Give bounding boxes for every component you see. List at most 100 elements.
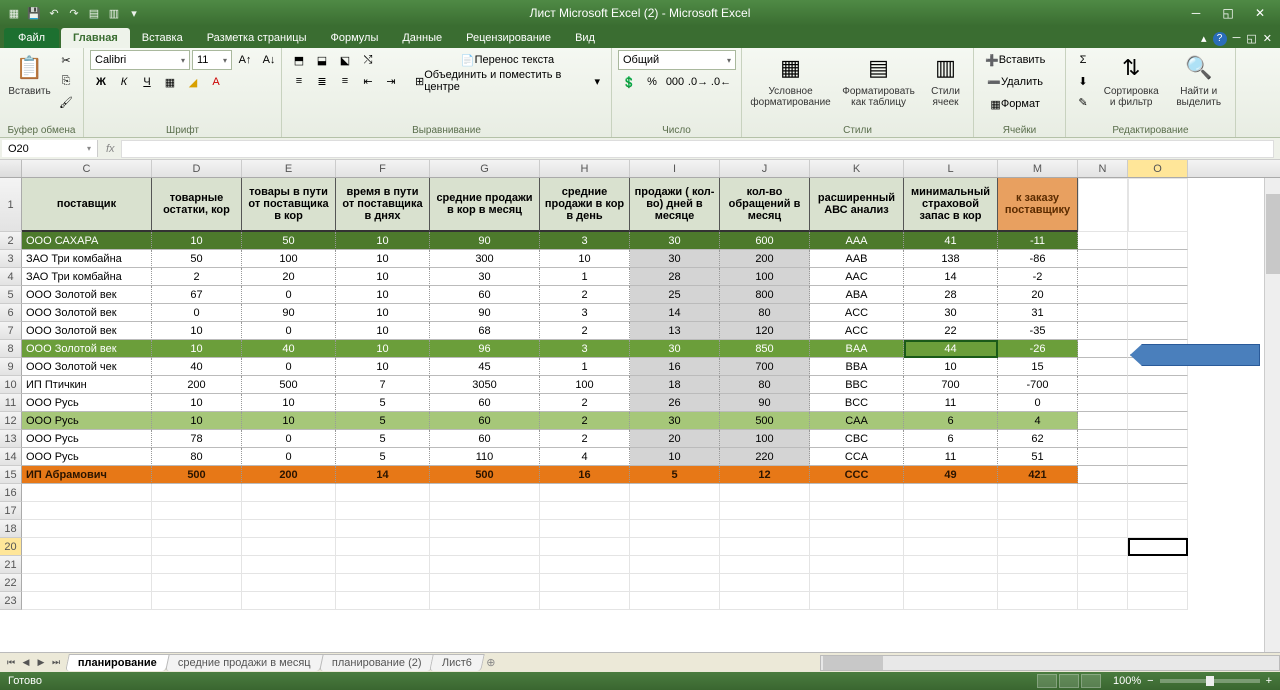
column-header[interactable]: M bbox=[998, 160, 1078, 177]
cell[interactable]: 13 bbox=[630, 322, 720, 340]
row-header[interactable]: 4 bbox=[0, 268, 22, 286]
increase-decimal-icon[interactable]: .0→ bbox=[687, 72, 709, 92]
column-header[interactable]: N bbox=[1078, 160, 1128, 177]
cut-icon[interactable]: ✂ bbox=[55, 50, 77, 70]
copy-icon[interactable]: ⎘ bbox=[55, 71, 77, 91]
cell[interactable] bbox=[904, 538, 998, 556]
cell[interactable] bbox=[904, 502, 998, 520]
cell[interactable] bbox=[720, 484, 810, 502]
cell[interactable] bbox=[1078, 556, 1128, 574]
last-sheet-icon[interactable]: ⏭ bbox=[49, 657, 63, 668]
row-header[interactable]: 5 bbox=[0, 286, 22, 304]
bold-icon[interactable]: Ж bbox=[90, 72, 112, 92]
cell[interactable]: 68 bbox=[430, 322, 540, 340]
cell[interactable]: 2 bbox=[152, 268, 242, 286]
minimize-ribbon-icon[interactable]: ▴ bbox=[1201, 32, 1207, 46]
cell[interactable] bbox=[152, 538, 242, 556]
redo-icon[interactable]: ↷ bbox=[66, 5, 82, 21]
number-format-combo[interactable]: Общий▾ bbox=[618, 50, 736, 70]
cell[interactable]: 90 bbox=[430, 304, 540, 322]
cell[interactable]: 2 bbox=[540, 322, 630, 340]
ribbon-tab[interactable]: Рецензирование bbox=[454, 28, 563, 48]
cell[interactable] bbox=[1078, 592, 1128, 610]
table-header-cell[interactable]: товары в пути от поставщика в кор bbox=[242, 178, 336, 232]
sheet-tab[interactable]: средние продажи в месяц bbox=[165, 654, 323, 671]
cell[interactable]: 0 bbox=[242, 358, 336, 376]
row-header[interactable]: 1 bbox=[0, 178, 22, 232]
cell[interactable]: 10 bbox=[336, 286, 430, 304]
cell[interactable]: CCA bbox=[810, 448, 904, 466]
vertical-scrollbar[interactable] bbox=[1264, 178, 1280, 652]
cell[interactable] bbox=[152, 592, 242, 610]
format-table-button[interactable]: ▤Форматировать как таблицу bbox=[835, 50, 922, 110]
cell[interactable] bbox=[810, 574, 904, 592]
row-header[interactable]: 7 bbox=[0, 322, 22, 340]
cell[interactable]: 62 bbox=[998, 430, 1078, 448]
cell[interactable]: 44 bbox=[904, 340, 998, 358]
cell[interactable]: 1 bbox=[540, 358, 630, 376]
cell[interactable]: ACC bbox=[810, 322, 904, 340]
cell[interactable]: 2 bbox=[540, 394, 630, 412]
qat-dropdown-icon[interactable]: ▾ bbox=[126, 5, 142, 21]
cell[interactable] bbox=[336, 556, 430, 574]
window-minimize-icon[interactable]: ─ bbox=[1233, 32, 1241, 46]
cell[interactable] bbox=[242, 502, 336, 520]
cell[interactable]: 16 bbox=[630, 358, 720, 376]
cell[interactable]: 2 bbox=[540, 430, 630, 448]
table-header-cell[interactable]: время в пути от поставщика в днях bbox=[336, 178, 430, 232]
indent-inc-icon[interactable]: ⇥ bbox=[380, 71, 402, 91]
file-tab[interactable]: Файл bbox=[4, 28, 59, 48]
table-header-cell[interactable]: средние продажи в кор в день bbox=[540, 178, 630, 232]
cell[interactable]: 700 bbox=[720, 358, 810, 376]
find-select-button[interactable]: 🔍Найти и выделить bbox=[1168, 50, 1229, 110]
horizontal-scrollbar[interactable] bbox=[820, 655, 1280, 671]
decrease-decimal-icon[interactable]: .0← bbox=[710, 72, 732, 92]
cell[interactable] bbox=[720, 502, 810, 520]
cell[interactable]: BBC bbox=[810, 376, 904, 394]
cell[interactable]: 200 bbox=[152, 376, 242, 394]
cell[interactable] bbox=[22, 538, 152, 556]
cell[interactable]: 100 bbox=[720, 430, 810, 448]
row-header[interactable]: 16 bbox=[0, 484, 22, 502]
cell[interactable]: BBA bbox=[810, 358, 904, 376]
cell[interactable]: 20 bbox=[242, 268, 336, 286]
cell[interactable] bbox=[904, 592, 998, 610]
cell[interactable]: 3 bbox=[540, 232, 630, 250]
autosum-icon[interactable]: Σ bbox=[1072, 50, 1094, 70]
window-restore-icon[interactable]: ◱ bbox=[1246, 32, 1256, 46]
cell[interactable]: 90 bbox=[430, 232, 540, 250]
column-header[interactable]: G bbox=[430, 160, 540, 177]
cell[interactable]: 1 bbox=[540, 268, 630, 286]
cell[interactable]: 67 bbox=[152, 286, 242, 304]
cell[interactable]: 30 bbox=[430, 268, 540, 286]
cell[interactable]: 10 bbox=[336, 232, 430, 250]
cell[interactable] bbox=[998, 538, 1078, 556]
cell[interactable] bbox=[430, 574, 540, 592]
cell[interactable]: 45 bbox=[430, 358, 540, 376]
cell[interactable]: 10 bbox=[242, 394, 336, 412]
row-header[interactable]: 22 bbox=[0, 574, 22, 592]
cell[interactable] bbox=[22, 592, 152, 610]
underline-icon[interactable]: Ч bbox=[136, 72, 158, 92]
ribbon-tab[interactable]: Формулы bbox=[318, 28, 390, 48]
cell[interactable] bbox=[152, 520, 242, 538]
cell[interactable]: BAA bbox=[810, 340, 904, 358]
cell[interactable] bbox=[22, 574, 152, 592]
cell[interactable] bbox=[336, 484, 430, 502]
row-header[interactable]: 10 bbox=[0, 376, 22, 394]
cell[interactable]: ООО Золотой чек bbox=[22, 358, 152, 376]
cell[interactable]: ABA bbox=[810, 286, 904, 304]
sheet-tab[interactable]: планирование (2) bbox=[319, 654, 434, 671]
cell[interactable] bbox=[998, 556, 1078, 574]
cell[interactable] bbox=[720, 520, 810, 538]
cell[interactable] bbox=[1128, 556, 1188, 574]
table-header-cell[interactable]: минимальный страховой запас в кор bbox=[904, 178, 998, 232]
zoom-in-icon[interactable]: + bbox=[1266, 675, 1272, 687]
row-header[interactable]: 6 bbox=[0, 304, 22, 322]
cell[interactable] bbox=[1128, 574, 1188, 592]
cell[interactable] bbox=[336, 502, 430, 520]
cell[interactable]: AAA bbox=[810, 232, 904, 250]
cell[interactable]: 2 bbox=[540, 286, 630, 304]
cell[interactable]: 28 bbox=[904, 286, 998, 304]
cell[interactable] bbox=[336, 520, 430, 538]
